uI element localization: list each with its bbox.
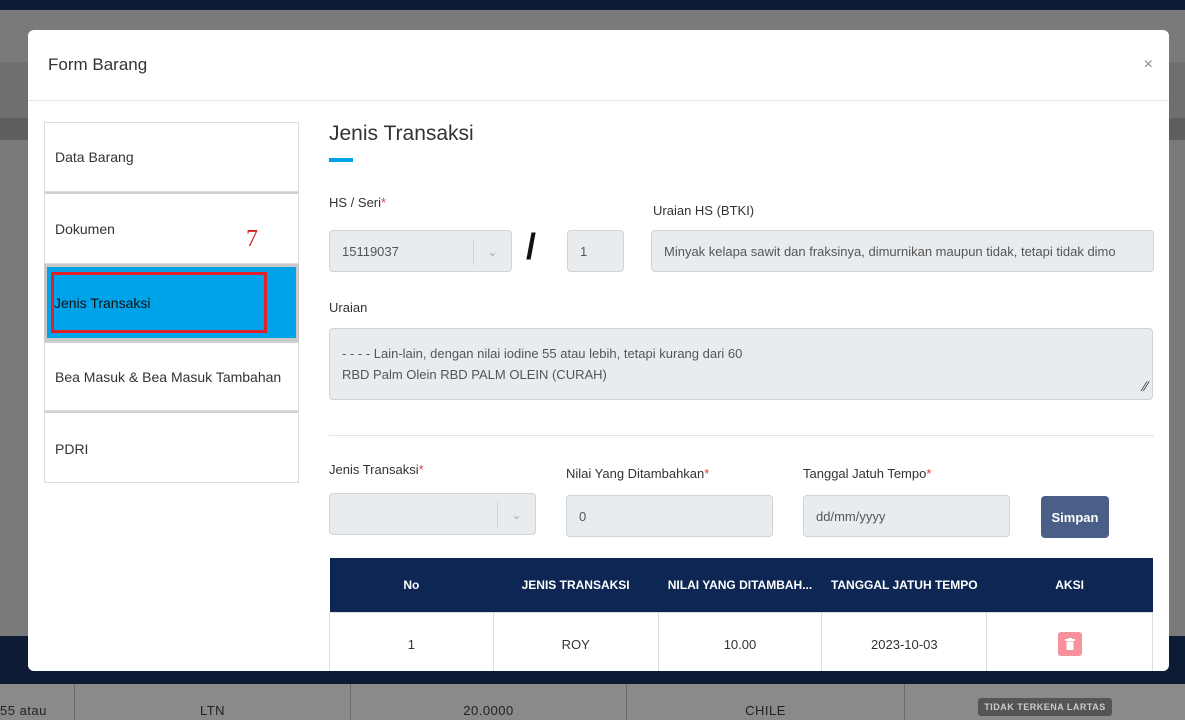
section-title: Jenis Transaksi [329, 122, 474, 145]
sidebar-item-label: Jenis Transaksi [54, 294, 151, 311]
resize-handle-icon[interactable]: ∕∕ [1143, 376, 1148, 397]
background-cell-badge: TIDAK TERKENA LARTAS [904, 684, 1185, 720]
simpan-button[interactable]: Simpan [1041, 496, 1109, 538]
uraian-label: Uraian [329, 300, 368, 315]
tanggal-input[interactable]: dd/mm/yyyy [803, 495, 1010, 537]
trash-icon [1064, 638, 1075, 650]
sidebar-item-data-barang[interactable]: Data Barang [44, 122, 299, 192]
delete-button[interactable] [1057, 632, 1082, 656]
uraian-hs-label: Uraian HS (BTKI) [653, 203, 755, 218]
cell-no: 1 [329, 611, 494, 671]
background-top-bar [0, 0, 1185, 10]
column-header: AKSI [986, 558, 1153, 612]
hs-seri-label: HS / Seri* [329, 195, 387, 210]
sidebar-item-label: Data Barang [55, 149, 134, 165]
lartas-badge: TIDAK TERKENA LARTAS [978, 698, 1112, 716]
step-annotation: 7 [246, 226, 258, 252]
cell-jenis: ROY [492, 611, 659, 671]
uraian-textarea[interactable]: - - - - Lain-lain, dengan nilai iodine 5… [329, 328, 1153, 400]
sidebar-item-label: PDRI [55, 441, 89, 457]
hs-code-select[interactable]: 15119037 ⌄ [329, 230, 512, 272]
table-header-row: No JENIS TRANSAKSI NILAI YANG DITAMBAH..… [329, 558, 1153, 612]
background-table-row: 55 atau LTN 20.0000 CHILE TIDAK TERKENA … [0, 684, 1185, 720]
sidebar-item-bea-masuk[interactable]: Bea Masuk & Bea Masuk Tambahan [44, 341, 299, 411]
chevron-down-icon: ⌄ [473, 239, 511, 265]
cell-tanggal: 2023-10-03 [821, 611, 988, 671]
uraian-hs-field[interactable]: Minyak kelapa sawit dan fraksinya, dimur… [651, 230, 1154, 272]
background-cell: LTN [74, 684, 350, 720]
background-cell: 20.0000 [350, 684, 626, 720]
tanggal-label: Tanggal Jatuh Tempo* [803, 466, 932, 481]
jenis-transaksi-select[interactable]: ⌄ [329, 493, 536, 535]
sidebar-item-dokumen[interactable]: Dokumen [44, 192, 299, 264]
main-content: Jenis Transaksi HS / Seri* Uraian HS (BT… [329, 122, 1154, 671]
chevron-down-icon: ⌄ [497, 502, 535, 528]
background-cell: CHILE [626, 684, 904, 720]
table-row: 1 ROY 10.00 2023-10-03 [329, 611, 1153, 671]
sidebar-item-label: Bea Masuk & Bea Masuk Tambahan [55, 368, 282, 385]
slash-separator: / [526, 226, 537, 267]
sidebar-item-label: Dokumen [55, 220, 115, 237]
divider [329, 435, 1154, 436]
column-header: JENIS TRANSAKSI [493, 558, 659, 612]
jenis-transaksi-table: No JENIS TRANSAKSI NILAI YANG DITAMBAH..… [329, 558, 1153, 671]
seri-input[interactable]: 1 [567, 230, 624, 272]
nilai-label: Nilai Yang Ditambahkan* [566, 466, 710, 481]
jenis-transaksi-label: Jenis Transaksi* [329, 462, 424, 477]
sidebar-item-pdri[interactable]: PDRI [44, 411, 299, 483]
column-header: No [329, 558, 494, 612]
column-header: NILAI YANG DITAMBAH... [658, 558, 822, 612]
modal-header: Form Barang × [28, 30, 1169, 101]
nilai-input[interactable]: 0 [566, 495, 773, 537]
background-cell: 55 atau [0, 703, 47, 718]
form-barang-modal: Form Barang × Data Barang Dokumen Jenis … [28, 30, 1169, 671]
modal-title: Form Barang [48, 55, 148, 74]
sidebar-nav: Data Barang Dokumen Jenis Transaksi Bea … [44, 122, 299, 483]
section-underline [329, 158, 353, 162]
sidebar-item-jenis-transaksi[interactable]: Jenis Transaksi [44, 264, 299, 341]
cell-nilai: 10.00 [657, 611, 823, 671]
column-header: TANGGAL JATUH TEMPO [821, 558, 987, 612]
close-icon[interactable]: × [1144, 56, 1153, 74]
cell-aksi [986, 611, 1153, 671]
